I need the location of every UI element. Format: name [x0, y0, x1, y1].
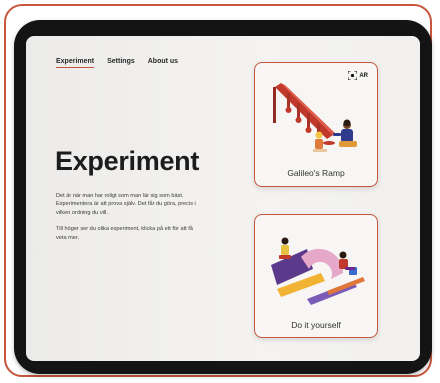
experiment-card-do-it-yourself[interactable]: Do it yourself	[254, 214, 378, 338]
tab-about-us[interactable]: About us	[148, 58, 178, 68]
app-screen: Experiment Settings About us Experiment …	[26, 36, 420, 361]
intro-paragraph-1: Det är när man har roligt som man lär si…	[56, 193, 196, 216]
intro-text: Det är när man har roligt som man lär si…	[56, 192, 201, 250]
intro-paragraph-2: Till höger ser du olika experiment, klic…	[56, 226, 193, 241]
top-nav: Experiment Settings About us	[56, 58, 178, 68]
page-title: Experiment	[55, 146, 200, 176]
do-it-yourself-illustration	[271, 237, 365, 305]
experiment-card-galileos-ramp[interactable]: AR Galileo's Ramp	[254, 62, 378, 187]
card-label: Galileo's Ramp	[287, 168, 345, 178]
tab-settings[interactable]: Settings	[107, 58, 135, 68]
card-label: Do it yourself	[291, 320, 341, 330]
tab-experiment[interactable]: Experiment	[56, 58, 95, 68]
galileos-ramp-illustration	[273, 83, 357, 152]
ar-label: AR	[359, 72, 368, 79]
